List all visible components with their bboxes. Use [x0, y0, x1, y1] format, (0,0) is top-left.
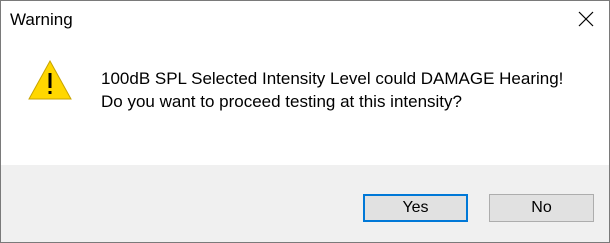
dialog-title: Warning [10, 10, 73, 29]
close-icon [578, 11, 594, 27]
close-button[interactable] [563, 1, 609, 37]
warning-icon [28, 60, 72, 100]
dialog-content: 100dB SPL Selected Intensity Level could… [1, 39, 609, 165]
warning-dialog: Warning 100dB SPL Selected Intensity Lev… [0, 0, 610, 243]
button-bar: Yes No [1, 165, 609, 242]
title-bar: Warning [1, 1, 609, 39]
no-button[interactable]: No [489, 194, 594, 222]
yes-button[interactable]: Yes [363, 194, 468, 222]
warning-message: 100dB SPL Selected Intensity Level could… [101, 69, 564, 111]
